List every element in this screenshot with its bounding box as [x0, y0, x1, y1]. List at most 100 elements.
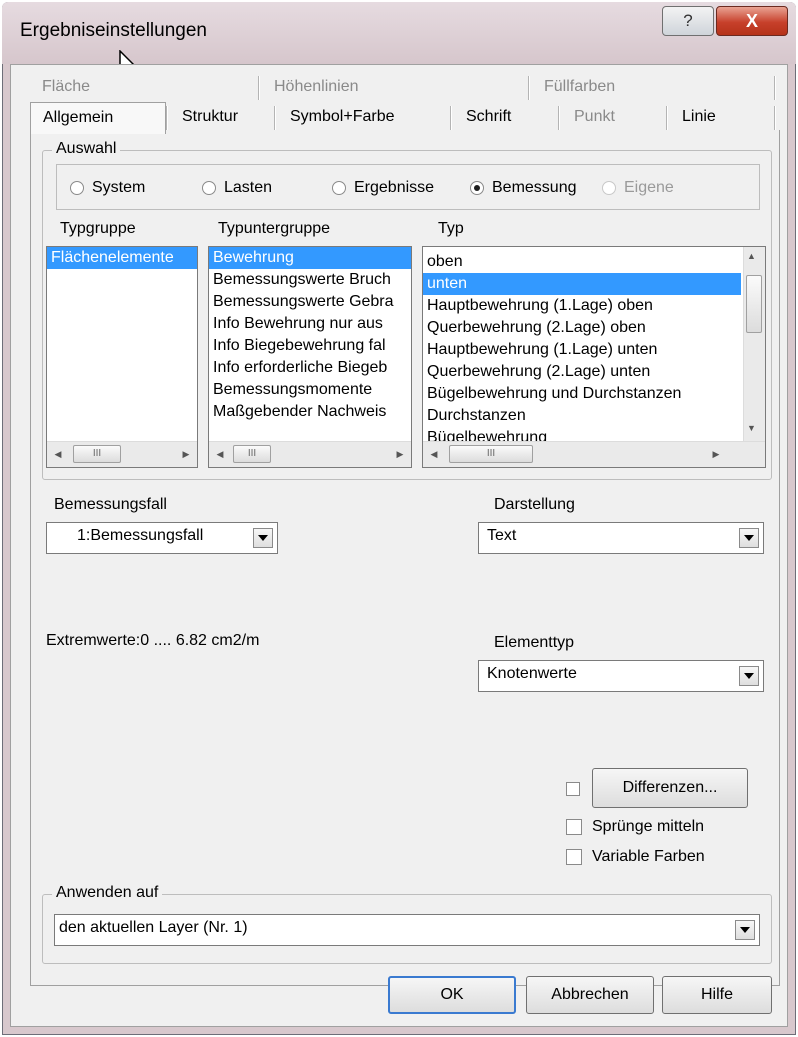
typgruppe-list[interactable]: Flächenelemente ◀ III ▶: [46, 246, 198, 468]
window-title: Ergebniseinstellungen: [20, 20, 207, 41]
list-item[interactable]: Querbewehrung (2.Lage) unten: [423, 361, 741, 383]
radio-system[interactable]: System: [70, 176, 145, 200]
radio-label: Ergebnisse: [354, 179, 435, 196]
radio-indicator-selected: [470, 181, 484, 195]
bemessungsfall-select[interactable]: 1:Bemessungsfall: [46, 522, 278, 554]
horizontal-scrollbar[interactable]: ◀ III ▶: [47, 441, 197, 467]
list-item[interactable]: Hauptbewehrung (1.Lage) oben: [423, 295, 741, 317]
typuntergruppe-list[interactable]: Bewehrung Bemessungswerte Bruch Bemessun…: [208, 246, 412, 468]
tab-separator: [450, 106, 452, 130]
radio-ergebnisse[interactable]: Ergebnisse: [332, 176, 434, 200]
radio-eigene[interactable]: Eigene: [602, 176, 674, 200]
differenzen-checkbox[interactable]: [566, 782, 580, 796]
radio-label: Lasten: [224, 179, 273, 196]
tab-separator: [774, 76, 776, 100]
list-item[interactable]: Info Bewehrung nur aus: [209, 313, 411, 335]
anwenden-select[interactable]: den aktuellen Layer (Nr. 1): [54, 914, 760, 946]
tab-separator: [258, 76, 260, 100]
tab-fuellfarben[interactable]: Füllfarben: [532, 72, 772, 104]
typuntergruppe-header: Typuntergruppe: [218, 220, 331, 237]
horizontal-scrollbar[interactable]: ◀ III ▶: [209, 441, 411, 467]
list-item[interactable]: Info erforderliche Biegeb: [209, 357, 411, 379]
list-item[interactable]: unten: [423, 273, 741, 295]
typgruppe-header: Typgruppe: [60, 220, 136, 237]
scroll-right-icon[interactable]: ▶: [391, 442, 409, 466]
scroll-right-icon[interactable]: ▶: [707, 442, 725, 466]
bemessungsfall-value: 1:Bemessungsfall: [77, 527, 204, 544]
scroll-thumb[interactable]: III: [73, 445, 121, 463]
checkbox-label: Sprünge mitteln: [592, 818, 705, 835]
radio-indicator: [332, 181, 346, 195]
scroll-up-icon[interactable]: ▲: [747, 251, 756, 261]
checkbox-label: Variable Farben: [592, 848, 705, 865]
differenzen-button[interactable]: Differenzen...: [592, 768, 748, 808]
list-item[interactable]: Flächenelemente: [47, 247, 197, 269]
tab-separator: [274, 106, 276, 130]
tab-separator: [666, 106, 668, 130]
scroll-thumb[interactable]: [746, 275, 762, 333]
auswahl-legend: Auswahl: [52, 140, 121, 158]
darstellung-label: Darstellung: [494, 496, 575, 513]
checkbox-box: [566, 849, 582, 865]
elementtyp-value: Knotenwerte: [487, 665, 577, 682]
ok-button[interactable]: OK: [388, 976, 516, 1014]
anwenden-legend: Anwenden auf: [52, 884, 163, 902]
radio-lasten[interactable]: Lasten: [202, 176, 272, 200]
tab-separator: [528, 76, 530, 100]
spruenge-mitteln-checkbox[interactable]: Sprünge mitteln: [566, 816, 704, 838]
elementtyp-label: Elementtyp: [494, 634, 575, 651]
list-item[interactable]: Bemessungswerte Gebra: [209, 291, 411, 313]
scroll-thumb[interactable]: III: [449, 445, 533, 463]
radio-label: Bemessung: [492, 179, 577, 196]
help-button[interactable]: Hilfe: [662, 976, 772, 1014]
radio-bemessung[interactable]: Bemessung: [470, 176, 577, 200]
scroll-left-icon[interactable]: ◀: [425, 442, 443, 466]
scroll-left-icon[interactable]: ◀: [211, 442, 229, 466]
title-close-button[interactable]: X: [716, 6, 788, 36]
list-item[interactable]: Info Biegebewehrung fal: [209, 335, 411, 357]
radio-indicator: [202, 181, 216, 195]
radio-label: Eigene: [624, 179, 674, 196]
cancel-button[interactable]: Abbrechen: [526, 976, 654, 1014]
checkbox-box: [566, 819, 582, 835]
list-item[interactable]: Durchstanzen: [423, 405, 741, 427]
radio-indicator: [70, 181, 84, 195]
list-item[interactable]: Hauptbewehrung (1.Lage) unten: [423, 339, 741, 361]
typ-header: Typ: [438, 220, 464, 237]
list-item[interactable]: Bügelbewehrung und Durchstanzen: [423, 383, 741, 405]
question-icon: ?: [683, 11, 693, 30]
tab-separator: [774, 106, 776, 130]
elementtyp-select[interactable]: Knotenwerte: [478, 660, 764, 692]
list-item[interactable]: Querbewehrung (2.Lage) oben: [423, 317, 741, 339]
tab-hoehenlinien[interactable]: Höhenlinien: [262, 72, 530, 104]
close-icon: X: [745, 10, 758, 31]
scroll-right-icon[interactable]: ▶: [177, 442, 195, 466]
variable-farben-checkbox[interactable]: Variable Farben: [566, 846, 705, 868]
scroll-down-icon[interactable]: ▼: [747, 423, 756, 433]
extremwerte-text: Extremwerte:0 .... 6.82 cm2/m: [46, 632, 260, 649]
typ-list[interactable]: oben unten Hauptbewehrung (1.Lage) oben …: [422, 246, 766, 468]
list-item[interactable]: Bemessungsmomente: [209, 379, 411, 401]
darstellung-select[interactable]: Text: [478, 522, 764, 554]
list-item[interactable]: oben: [423, 251, 741, 273]
list-item[interactable]: Bemessungswerte Bruch: [209, 269, 411, 291]
list-item[interactable]: Bewehrung: [209, 247, 411, 269]
radio-label: System: [92, 179, 146, 196]
darstellung-value: Text: [487, 527, 517, 544]
tab-separator: [558, 106, 560, 130]
title-help-button[interactable]: ?: [662, 6, 714, 36]
chevron-down-icon[interactable]: [739, 666, 759, 686]
bemessungsfall-label: Bemessungsfall: [54, 496, 167, 513]
chevron-down-icon[interactable]: [253, 528, 273, 548]
chevron-down-icon[interactable]: [735, 920, 755, 940]
radio-indicator: [602, 181, 616, 195]
vertical-scrollbar[interactable]: ▲ ▼: [743, 247, 765, 441]
anwenden-value: den aktuellen Layer (Nr. 1): [59, 919, 248, 936]
tab-flaeche[interactable]: Fläche: [30, 72, 258, 104]
scroll-left-icon[interactable]: ◀: [49, 442, 67, 466]
chevron-down-icon[interactable]: [739, 528, 759, 548]
tab-separator: [166, 106, 168, 130]
scroll-thumb[interactable]: III: [233, 445, 271, 463]
horizontal-scrollbar[interactable]: ◀ III ▶: [423, 441, 765, 467]
list-item[interactable]: Maßgebender Nachweis: [209, 401, 411, 423]
